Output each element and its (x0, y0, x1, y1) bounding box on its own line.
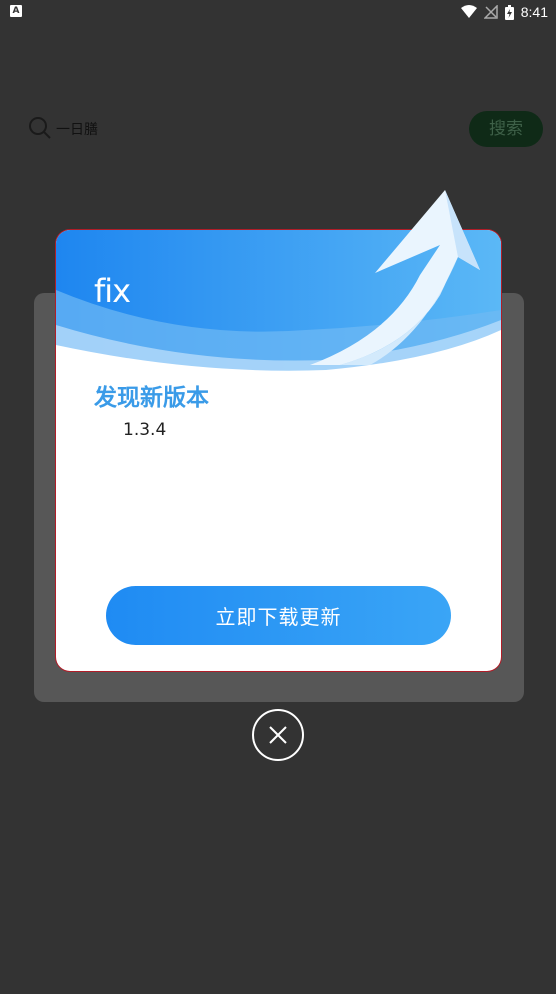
status-bar: A 8:41 (0, 0, 556, 24)
battery-charging-icon (504, 4, 514, 20)
no-signal-icon (483, 5, 498, 19)
status-time: 8:41 (520, 4, 548, 20)
wifi-icon (460, 5, 477, 18)
dialog-title: 发现新版本 (94, 385, 209, 411)
status-icons: 8:41 (460, 3, 548, 21)
update-now-button[interactable]: 立即下载更新 (106, 586, 451, 645)
close-icon (269, 726, 287, 744)
search-button[interactable]: 搜索 (469, 111, 543, 147)
search-icon[interactable] (28, 116, 52, 140)
app-name: fix (94, 272, 131, 310)
version-number: 1.3.4 (123, 420, 167, 440)
search-input[interactable]: 一日膳 (56, 119, 98, 139)
upward-arrow-icon (310, 190, 480, 365)
notification-app-icon: A (10, 5, 22, 17)
close-button[interactable] (252, 709, 304, 761)
